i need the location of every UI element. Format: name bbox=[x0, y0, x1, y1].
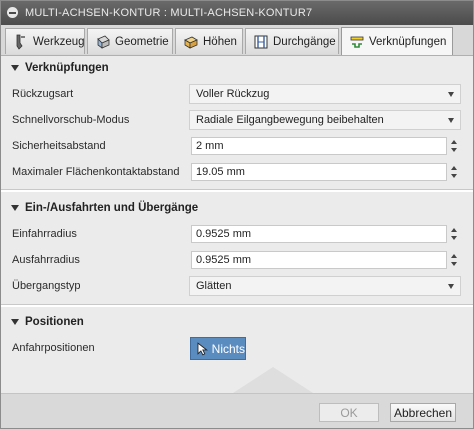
dialog-footer: OK Abbrechen bbox=[1, 393, 473, 428]
exit-radius-stepper[interactable] bbox=[448, 251, 460, 269]
down-arrow-icon[interactable] bbox=[451, 262, 457, 266]
exit-radius-input[interactable] bbox=[191, 251, 447, 269]
tab-label: Werkzeug bbox=[33, 35, 85, 48]
safe-distance-stepper[interactable] bbox=[448, 137, 460, 155]
approach-positions-button[interactable]: Nichts bbox=[190, 337, 246, 360]
section-title: Positionen bbox=[25, 316, 84, 328]
dialog-window: MULTI-ACHSEN-KONTUR : MULTI-ACHSEN-KONTU… bbox=[0, 0, 474, 429]
section-title: Verknüpfungen bbox=[25, 62, 109, 74]
rapid-mode-label: Schnellvorschub-Modus bbox=[12, 114, 130, 126]
up-arrow-icon[interactable] bbox=[451, 140, 457, 144]
section-title: Ein-/Ausfahrten und Übergänge bbox=[25, 202, 199, 214]
linking-icon bbox=[349, 34, 365, 50]
dropdown-arrow-icon bbox=[448, 284, 454, 289]
approach-positions-button-label: Nichts bbox=[211, 341, 245, 356]
collapse-triangle-icon[interactable] bbox=[11, 319, 19, 325]
rapid-mode-select[interactable]: Radiale Eilgangbewegung beibehalten bbox=[189, 110, 461, 130]
exit-radius-label: Ausfahrradius bbox=[12, 254, 80, 266]
cancel-button[interactable]: Abbrechen bbox=[390, 403, 456, 422]
tab-verknuepfungen[interactable]: Verknüpfungen bbox=[341, 27, 453, 55]
safe-distance-input[interactable] bbox=[191, 137, 447, 155]
geometry-icon bbox=[95, 34, 111, 50]
tool-icon bbox=[13, 34, 29, 50]
collapse-icon[interactable] bbox=[7, 7, 18, 18]
section-header-positions[interactable]: Positionen bbox=[1, 312, 473, 332]
up-arrow-icon[interactable] bbox=[451, 166, 457, 170]
tab-geometrie[interactable]: Geometrie bbox=[87, 28, 173, 54]
max-contact-input[interactable] bbox=[191, 163, 447, 181]
section-header-linking[interactable]: Verknüpfungen bbox=[1, 58, 473, 78]
collapse-triangle-icon[interactable] bbox=[11, 205, 19, 211]
max-contact-stepper[interactable] bbox=[448, 163, 460, 181]
dropdown-arrow-icon bbox=[448, 92, 454, 97]
safe-distance-label: Sicherheitsabstand bbox=[12, 140, 106, 152]
down-arrow-icon[interactable] bbox=[451, 174, 457, 178]
tab-durchgaenge[interactable]: Durchgänge bbox=[245, 28, 339, 54]
heights-icon bbox=[183, 34, 199, 50]
entry-radius-stepper[interactable] bbox=[448, 225, 460, 243]
section-divider bbox=[1, 304, 473, 307]
down-arrow-icon[interactable] bbox=[451, 236, 457, 240]
entry-radius-input[interactable] bbox=[191, 225, 447, 243]
tab-bar: Werkzeug Geometrie Höhen Durchgänge Verk… bbox=[1, 25, 473, 56]
passes-icon bbox=[253, 34, 269, 50]
dropdown-arrow-icon bbox=[448, 118, 454, 123]
up-arrow-icon[interactable] bbox=[451, 254, 457, 258]
tab-hoehen[interactable]: Höhen bbox=[175, 28, 243, 54]
max-contact-label: Maximaler Flächenkontaktabstand bbox=[12, 166, 180, 178]
approach-positions-label: Anfahrpositionen bbox=[12, 342, 95, 354]
ok-button[interactable]: OK bbox=[319, 403, 379, 422]
tab-label: Verknüpfungen bbox=[369, 35, 447, 48]
retract-select[interactable]: Voller Rückzug bbox=[189, 84, 461, 104]
section-header-leads[interactable]: Ein-/Ausfahrten und Übergänge bbox=[1, 198, 473, 218]
section-divider bbox=[1, 189, 473, 192]
up-arrow-icon[interactable] bbox=[451, 228, 457, 232]
preview-shade bbox=[233, 367, 313, 393]
window-title: MULTI-ACHSEN-KONTUR : MULTI-ACHSEN-KONTU… bbox=[25, 7, 313, 19]
title-bar[interactable]: MULTI-ACHSEN-KONTUR : MULTI-ACHSEN-KONTU… bbox=[1, 1, 473, 25]
down-arrow-icon[interactable] bbox=[451, 148, 457, 152]
tab-label: Höhen bbox=[203, 35, 237, 48]
collapse-triangle-icon[interactable] bbox=[11, 65, 19, 71]
transition-type-select[interactable]: Glätten bbox=[189, 276, 461, 296]
transition-type-label: Übergangstyp bbox=[12, 280, 81, 292]
transition-type-value: Glätten bbox=[196, 280, 232, 292]
rapid-mode-value: Radiale Eilgangbewegung beibehalten bbox=[196, 114, 384, 126]
retract-label: Rückzugsart bbox=[12, 88, 74, 100]
tab-label: Geometrie bbox=[115, 35, 169, 48]
tab-werkzeug[interactable]: Werkzeug bbox=[5, 28, 85, 54]
tab-label: Durchgänge bbox=[273, 35, 336, 48]
entry-radius-label: Einfahrradius bbox=[12, 228, 77, 240]
cursor-icon bbox=[197, 341, 208, 355]
retract-value: Voller Rückzug bbox=[196, 88, 270, 100]
